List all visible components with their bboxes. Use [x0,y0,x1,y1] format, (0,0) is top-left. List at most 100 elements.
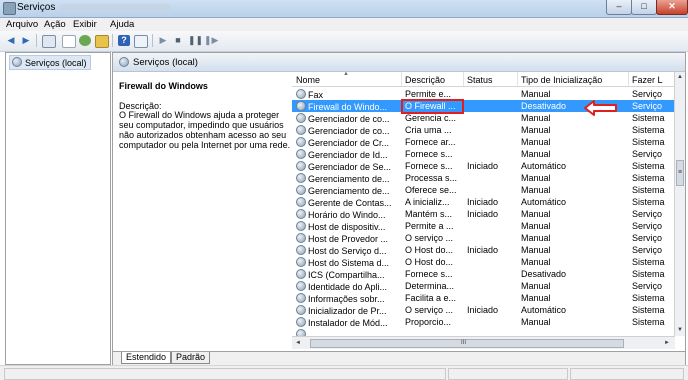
column-separator[interactable] [628,72,629,86]
scroll-left-icon[interactable]: ◄ [295,340,301,346]
column-separator[interactable] [517,72,518,86]
service-gear-icon [296,317,306,327]
gear-icon [119,57,129,67]
tab-padrao[interactable]: Padrão [171,352,211,364]
table-row[interactable]: Identidade do Apli... Determina... Manual S… [292,280,685,292]
table-row[interactable]: Gerenciador de Se... Fornece s... Iniciado… [292,160,685,172]
table-row[interactable]: Gerenciador de Cr... Fornece ar... Manual S… [292,136,685,148]
pause-service-icon[interactable]: ❚❚ [188,35,203,46]
table-row[interactable]: Firewall do Windo... O Firewall ... Desati… [292,100,685,112]
scroll-up-icon[interactable]: ▲ [677,74,683,80]
table-row[interactable]: Gerenciamento de... Processa s... Manual Si… [292,172,685,184]
table-row[interactable]: Horário do Windo... Mantém s... Iniciado Ma… [292,208,685,220]
menu-ajuda[interactable]: Ajuda [110,19,134,30]
column-logon[interactable]: Fazer L [632,75,663,85]
annotation-highlight-box [401,99,464,114]
cell-name: Identidade do Apli... [296,281,399,292]
cell-description: A inicializ... [405,197,450,207]
table-row[interactable]: ICS (Compartilha... Fornece s... Desativad… [292,268,685,280]
export-list-icon[interactable] [95,35,109,48]
show-tree-icon[interactable] [42,35,56,48]
minimize-button[interactable]: – [606,0,632,15]
cell-name: Fax [296,89,399,100]
maximize-button[interactable]: □ [631,0,657,15]
restart-service-icon[interactable]: ❚▶ [204,35,218,46]
scroll-down-icon[interactable]: ▼ [677,327,683,333]
scroll-right-icon[interactable]: ► [664,340,670,346]
column-description[interactable]: Descrição [405,75,445,85]
service-name: Fax [308,90,324,100]
tree-item-services-local[interactable]: Serviços (local) [9,55,91,70]
service-gear-icon [296,269,306,279]
table-row[interactable]: Host do Serviço d... O Host do... Iniciado… [292,244,685,256]
cell-name: Host de Provedor ... [296,233,399,244]
cell-name: Firewall do Windo... [296,101,399,112]
scroll-grip-icon: ≡ [678,169,683,176]
column-startup-type[interactable]: Tipo de Inicialização [521,75,602,85]
table-row[interactable]: Inicializador de Pr... O serviço ... Inici… [292,304,685,316]
vertical-scroll-thumb[interactable]: ≡ [676,160,684,186]
menu-acao[interactable]: Ação [44,19,66,30]
table-row[interactable]: Gerenciador de co... Gerencia c... Manual S… [292,112,685,124]
vertical-scrollbar[interactable]: ▲ ≡ ▼ [674,72,685,336]
menu-bar: Arquivo Ação Exibir Ajuda [0,18,688,31]
cell-name: Gerenciador de Se... [296,161,399,172]
forward-icon[interactable]: ▶ [20,35,32,46]
column-status[interactable]: Status [467,75,493,85]
close-button[interactable]: ✕ [656,0,688,15]
service-name: Gerenciador de co... [308,114,390,124]
service-name: Informações sobr... [308,294,385,304]
gear-icon [12,57,22,67]
column-headers: Nome ▲ Descrição Status Tipo de Iniciali… [292,72,685,87]
column-separator[interactable] [401,72,402,86]
service-name: Host do Sistema d... [308,258,390,268]
properties-icon[interactable] [62,35,76,48]
horizontal-scrollbar[interactable]: ◄ III ► [292,336,675,349]
start-service-icon[interactable]: ▶ [157,35,169,46]
view-icon[interactable] [134,35,148,48]
tab-estendido[interactable]: Estendido [121,352,172,364]
cell-status: Iniciado [467,245,499,255]
service-name: Identidade do Apli... [308,282,388,292]
cell-description: O serviço ... [405,233,454,243]
cell-startup: Manual [521,137,551,147]
service-name: Host de dispositiv... [308,222,386,232]
table-row[interactable]: Host do Sistema d... O Host do... Manual Si… [292,256,685,268]
menu-arquivo[interactable]: Arquivo [6,19,38,30]
cell-name: Gerenciador de Cr... [296,137,399,148]
service-name: Gerente de Contas... [308,198,392,208]
table-row[interactable]: Gerenciador de Id... Fornece s... Manual Se… [292,148,685,160]
cell-description: O serviço ... [405,305,454,315]
table-row[interactable]: Host de Provedor ... O serviço ... Manual S… [292,232,685,244]
service-gear-icon [296,209,306,219]
column-name[interactable]: Nome [296,75,320,85]
table-row[interactable]: Gerenciamento de... Oferece se... Manual Si… [292,184,685,196]
cell-startup: Manual [521,185,551,195]
cell-logon: Sistema [632,113,665,123]
table-row[interactable]: Fax Permite e... Manual Serviço [292,88,685,100]
annotation-arrow-icon [584,100,617,116]
table-row[interactable]: Gerente de Contas... A inicializ... Inicia… [292,196,685,208]
stop-service-icon[interactable]: ■ [172,35,184,46]
table-row[interactable]: Instalador de Mód... Proporcio... Manual Si… [292,316,685,328]
toolbar: ◀ ▶ ? ▶ ■ ❚❚ ❚▶ [0,31,688,52]
cell-startup: Manual [521,221,551,231]
table-row[interactable]: Informações sobr... Facilita a e... Manual… [292,292,685,304]
help-icon[interactable]: ? [118,35,130,46]
cell-name: Host do Sistema d... [296,257,399,268]
service-name: ICS (Compartilha... [308,270,385,280]
cell-name: Gerenciador de Id... [296,149,399,160]
back-icon[interactable]: ◀ [5,35,17,46]
table-row[interactable]: Gerenciador de co... Cria uma ... Manual Si… [292,124,685,136]
cell-startup: Manual [521,209,551,219]
menu-exibir[interactable]: Exibir [73,19,97,30]
refresh-icon[interactable] [79,35,91,46]
horizontal-scroll-thumb[interactable]: III [310,339,624,348]
cell-name: ICS (Compartilha... [296,269,399,280]
table-row[interactable]: Host de dispositiv... Permite a ... Manual… [292,220,685,232]
cell-startup: Desativado [521,269,567,279]
services-app-icon [3,2,16,15]
cell-logon: Serviço [632,149,663,159]
column-separator[interactable] [463,72,464,86]
cell-name: Host de dispositiv... [296,221,399,232]
